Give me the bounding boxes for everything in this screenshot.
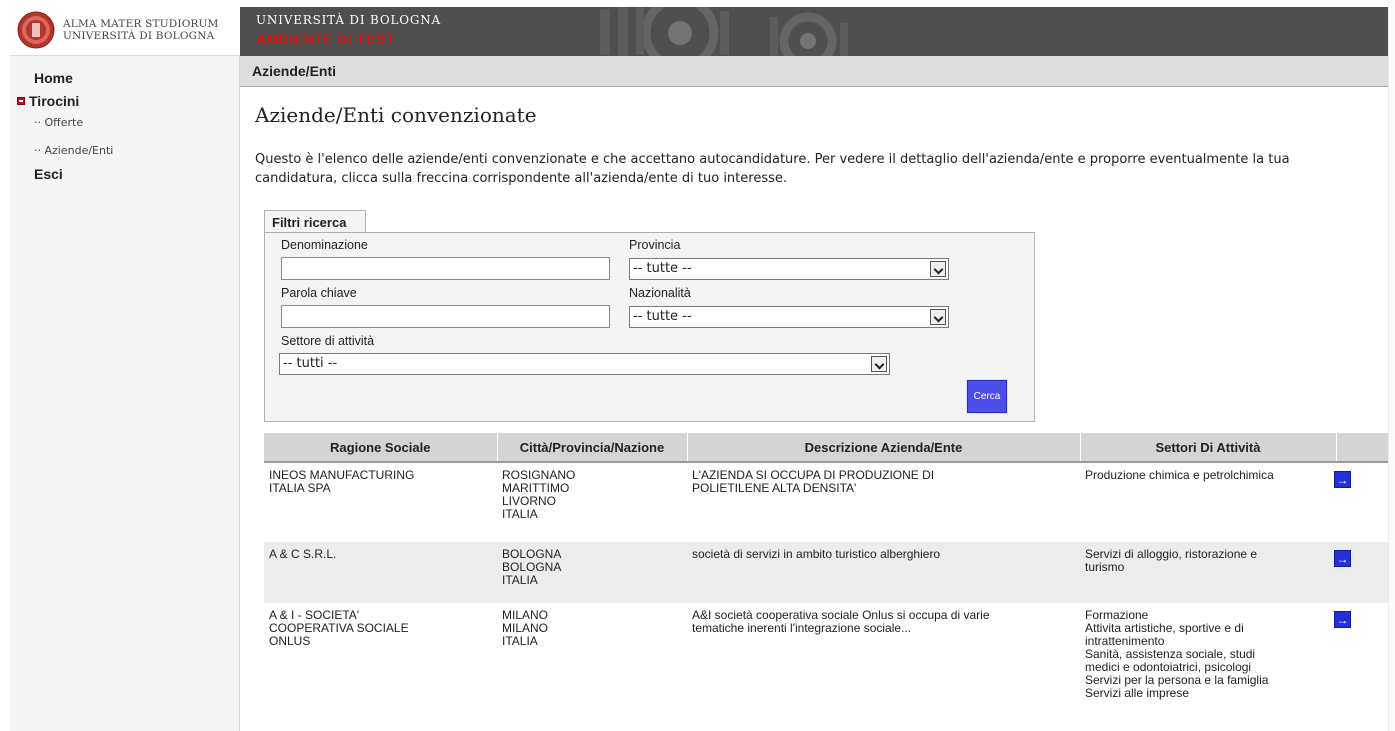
nav-aziende-enti[interactable]: ·· Aziende/Enti (34, 144, 113, 157)
banner-university-name: UNIVERSITÀ DI BOLOGNA (256, 13, 442, 27)
cell-descrizione: A&I società cooperativa sociale Onlus si… (687, 603, 1080, 731)
cell-ragione-sociale: A & I - SOCIETA' COOPERATIVA SOCIALE ONL… (264, 603, 497, 731)
cell-action: → (1334, 542, 1395, 603)
cell-descrizione: L'AZIENDA SI OCCUPA DI PRODUZIONE DI POL… (687, 462, 1080, 542)
nazionalita-selected-value: -- tutte -- (633, 309, 692, 324)
settore-selected-value: -- tutti -- (283, 356, 338, 371)
sidebar: ALMA MATER STUDIORUM UNIVERSITÀ DI BOLOG… (10, 7, 240, 731)
search-button[interactable]: Cerca (967, 380, 1007, 413)
nav-home[interactable]: Home (34, 70, 264, 86)
arrow-right-icon[interactable]: → (1334, 611, 1351, 628)
page-title: Aziende/Enti convenzionate (255, 103, 537, 127)
university-seal-icon (17, 11, 55, 49)
header-citta: Città/Provincia/Nazione (497, 433, 688, 463)
header-banner: UNIVERSITÀ DI BOLOGNA AMBIENTE DI TEST (240, 7, 1388, 56)
cell-text: ITALIA (502, 507, 538, 521)
cell-text: ONLUS (269, 634, 311, 648)
tab-filtri-ricerca[interactable]: Filtri ricerca (264, 210, 366, 234)
denominazione-label: Denominazione (281, 238, 368, 252)
window-scrollbar-edge[interactable] (1388, 0, 1395, 731)
settore-select[interactable]: -- tutti -- (279, 353, 890, 375)
cell-text: Produzione chimica e petrolchimica (1085, 468, 1274, 482)
logo-line-1: ALMA MATER STUDIORUM (63, 18, 219, 30)
cell-text: POLIETILENE ALTA DENSITA' (692, 481, 857, 495)
nav-offerte[interactable]: ·· Offerte (34, 116, 83, 129)
settore-label: Settore di attività (281, 334, 375, 348)
university-logo[interactable]: ALMA MATER STUDIORUM UNIVERSITÀ DI BOLOG… (10, 7, 240, 56)
chevron-down-icon (930, 261, 946, 277)
cell-settori: Produzione chimica e petrolchimica (1080, 462, 1336, 542)
cell-citta: BOLOGNA BOLOGNA ITALIA (497, 542, 687, 603)
provincia-label: Provincia (629, 238, 681, 252)
table-row: INEOS MANUFACTURING ITALIA SPA ROSIGNANO… (264, 462, 1395, 542)
results-table: Ragione Sociale Città/Provincia/Nazione … (264, 433, 1395, 731)
arrow-right-icon[interactable]: → (1334, 471, 1351, 488)
table-row: A & C S.R.L. BOLOGNA BOLOGNA ITALIA soci… (264, 542, 1395, 603)
denominazione-input[interactable] (281, 257, 610, 280)
logo-line-2: UNIVERSITÀ DI BOLOGNA (63, 30, 215, 42)
cell-text: società di servizi in ambito turistico a… (692, 547, 941, 561)
cell-settori: Servizi di alloggio, ristorazione e turi… (1080, 542, 1336, 603)
chevron-down-icon (871, 356, 887, 372)
search-filters-panel: Denominazione Provincia -- tutte -- Paro… (264, 232, 1035, 422)
header-descrizione: Descrizione Azienda/Ente (687, 433, 1081, 463)
cell-citta: ROSIGNANO MARITTIMO LIVORNO ITALIA (497, 462, 687, 542)
header-settori: Settori Di Attività (1080, 433, 1337, 463)
nav-esci[interactable]: Esci (34, 166, 264, 182)
cell-text: A & C S.R.L. (269, 547, 337, 561)
intro-text: Questo è l'elenco delle aziende/enti con… (255, 152, 1290, 186)
cell-text: Servizi alle imprese (1085, 686, 1190, 700)
expanded-bullet-icon (17, 97, 25, 105)
app-root: ALMA MATER STUDIORUM UNIVERSITÀ DI BOLOG… (0, 0, 1395, 731)
cell-text: ITALIA (502, 573, 538, 587)
nav-tirocini[interactable]: Tirocini (17, 93, 247, 109)
breadcrumb: Aziende/Enti (252, 63, 337, 79)
table-row: A & I - SOCIETA' COOPERATIVA SOCIALE ONL… (264, 603, 1395, 731)
cell-ragione-sociale: INEOS MANUFACTURING ITALIA SPA (264, 462, 497, 542)
window-left-edge (0, 0, 10, 731)
cell-text: ITALIA (502, 634, 538, 648)
parola-chiave-label: Parola chiave (281, 286, 357, 300)
cell-text: tematiche inerenti l'integrazione social… (692, 621, 912, 635)
test-environment-label: AMBIENTE DI TEST (256, 31, 395, 47)
gears-decoration-icon (600, 7, 848, 56)
nav-tirocini-label: Tirocini (29, 93, 80, 109)
cell-descrizione: società di servizi in ambito turistico a… (687, 542, 1080, 603)
nazionalita-label: Nazionalità (629, 286, 691, 300)
provincia-selected-value: -- tutte -- (633, 261, 692, 276)
cell-settori: Formazione Attivita artistiche, sportive… (1080, 603, 1336, 731)
header-ragione-sociale: Ragione Sociale (264, 433, 498, 463)
chevron-down-icon (930, 309, 946, 325)
arrow-right-icon[interactable]: → (1334, 550, 1351, 567)
header-action (1336, 433, 1395, 463)
cell-text: turismo (1085, 560, 1125, 574)
cell-citta: MILANO MILANO ITALIA (497, 603, 687, 731)
cell-text: ITALIA SPA (269, 481, 331, 495)
parola-chiave-input[interactable] (281, 305, 610, 328)
cell-action: → (1334, 603, 1395, 731)
cell-ragione-sociale: A & C S.R.L. (264, 542, 497, 603)
table-header-row: Ragione Sociale Città/Provincia/Nazione … (264, 433, 1395, 463)
cell-action: → (1334, 462, 1395, 542)
provincia-select[interactable]: -- tutte -- (629, 258, 949, 280)
nazionalita-select[interactable]: -- tutte -- (629, 306, 949, 328)
breadcrumb-bar: Aziende/Enti (240, 56, 1388, 87)
